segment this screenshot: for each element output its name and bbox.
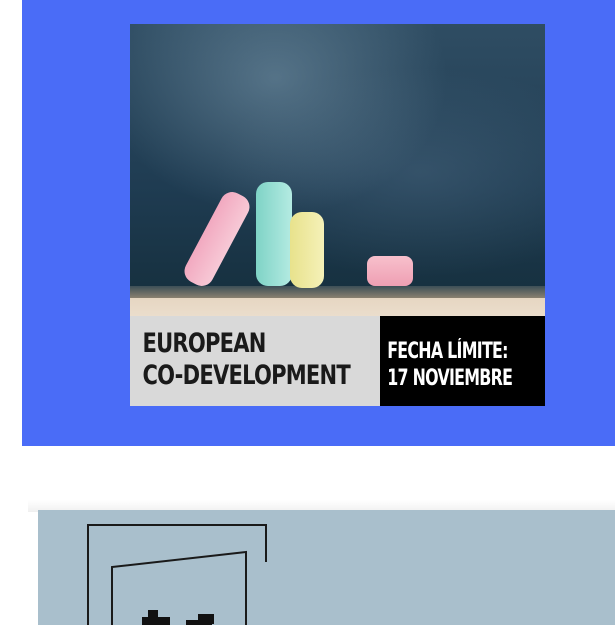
yellow-chalk [290, 212, 324, 288]
deadline-line2: 17 NOVIEMBRE [387, 366, 513, 391]
mint-chalk [256, 182, 292, 286]
program-title: EUROPEAN CO-DEVELOPMENT [130, 316, 380, 406]
deadline-badge: FECHA LÍMITE: 17 NOVIEMBRE [380, 316, 545, 406]
program-title-line2: CO-DEVELOPMENT [142, 360, 350, 391]
deadline-line1: FECHA LÍMITE: [387, 339, 508, 364]
eraser [367, 256, 413, 286]
chalkboard-ledge [130, 286, 545, 298]
program-title-line1: EUROPEAN [142, 328, 266, 359]
second-card[interactable] [38, 510, 615, 625]
building-logo-icon [87, 524, 267, 625]
promo-image-link[interactable]: EUROPEAN CO-DEVELOPMENT FECHA LÍMITE: 17… [130, 24, 545, 406]
